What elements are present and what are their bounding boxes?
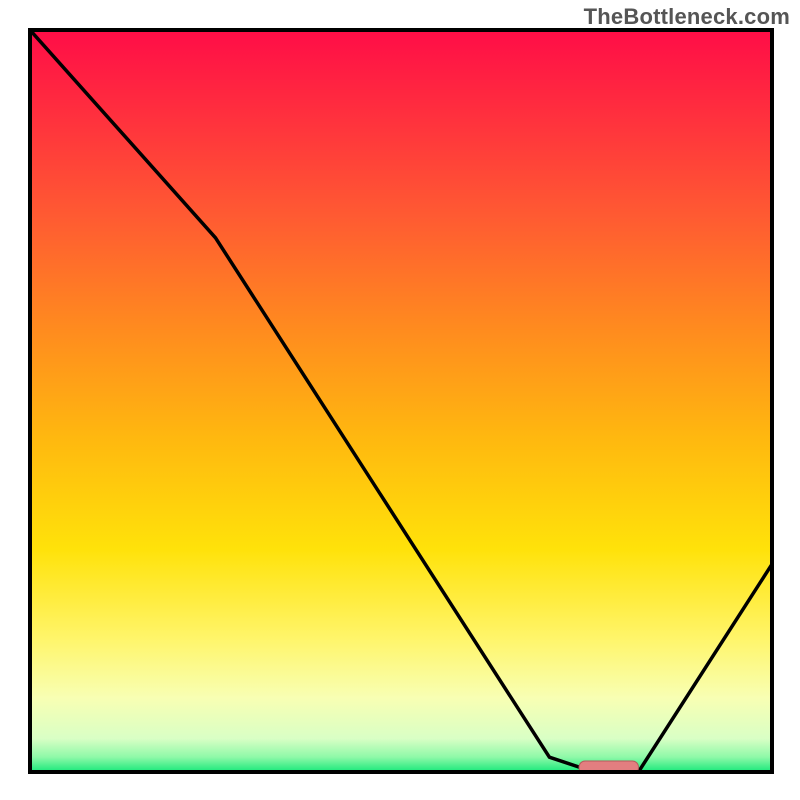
- watermark-text: TheBottleneck.com: [584, 4, 790, 30]
- gradient-background: [30, 30, 772, 772]
- chart-container: TheBottleneck.com: [0, 0, 800, 800]
- chart-svg: [0, 0, 800, 800]
